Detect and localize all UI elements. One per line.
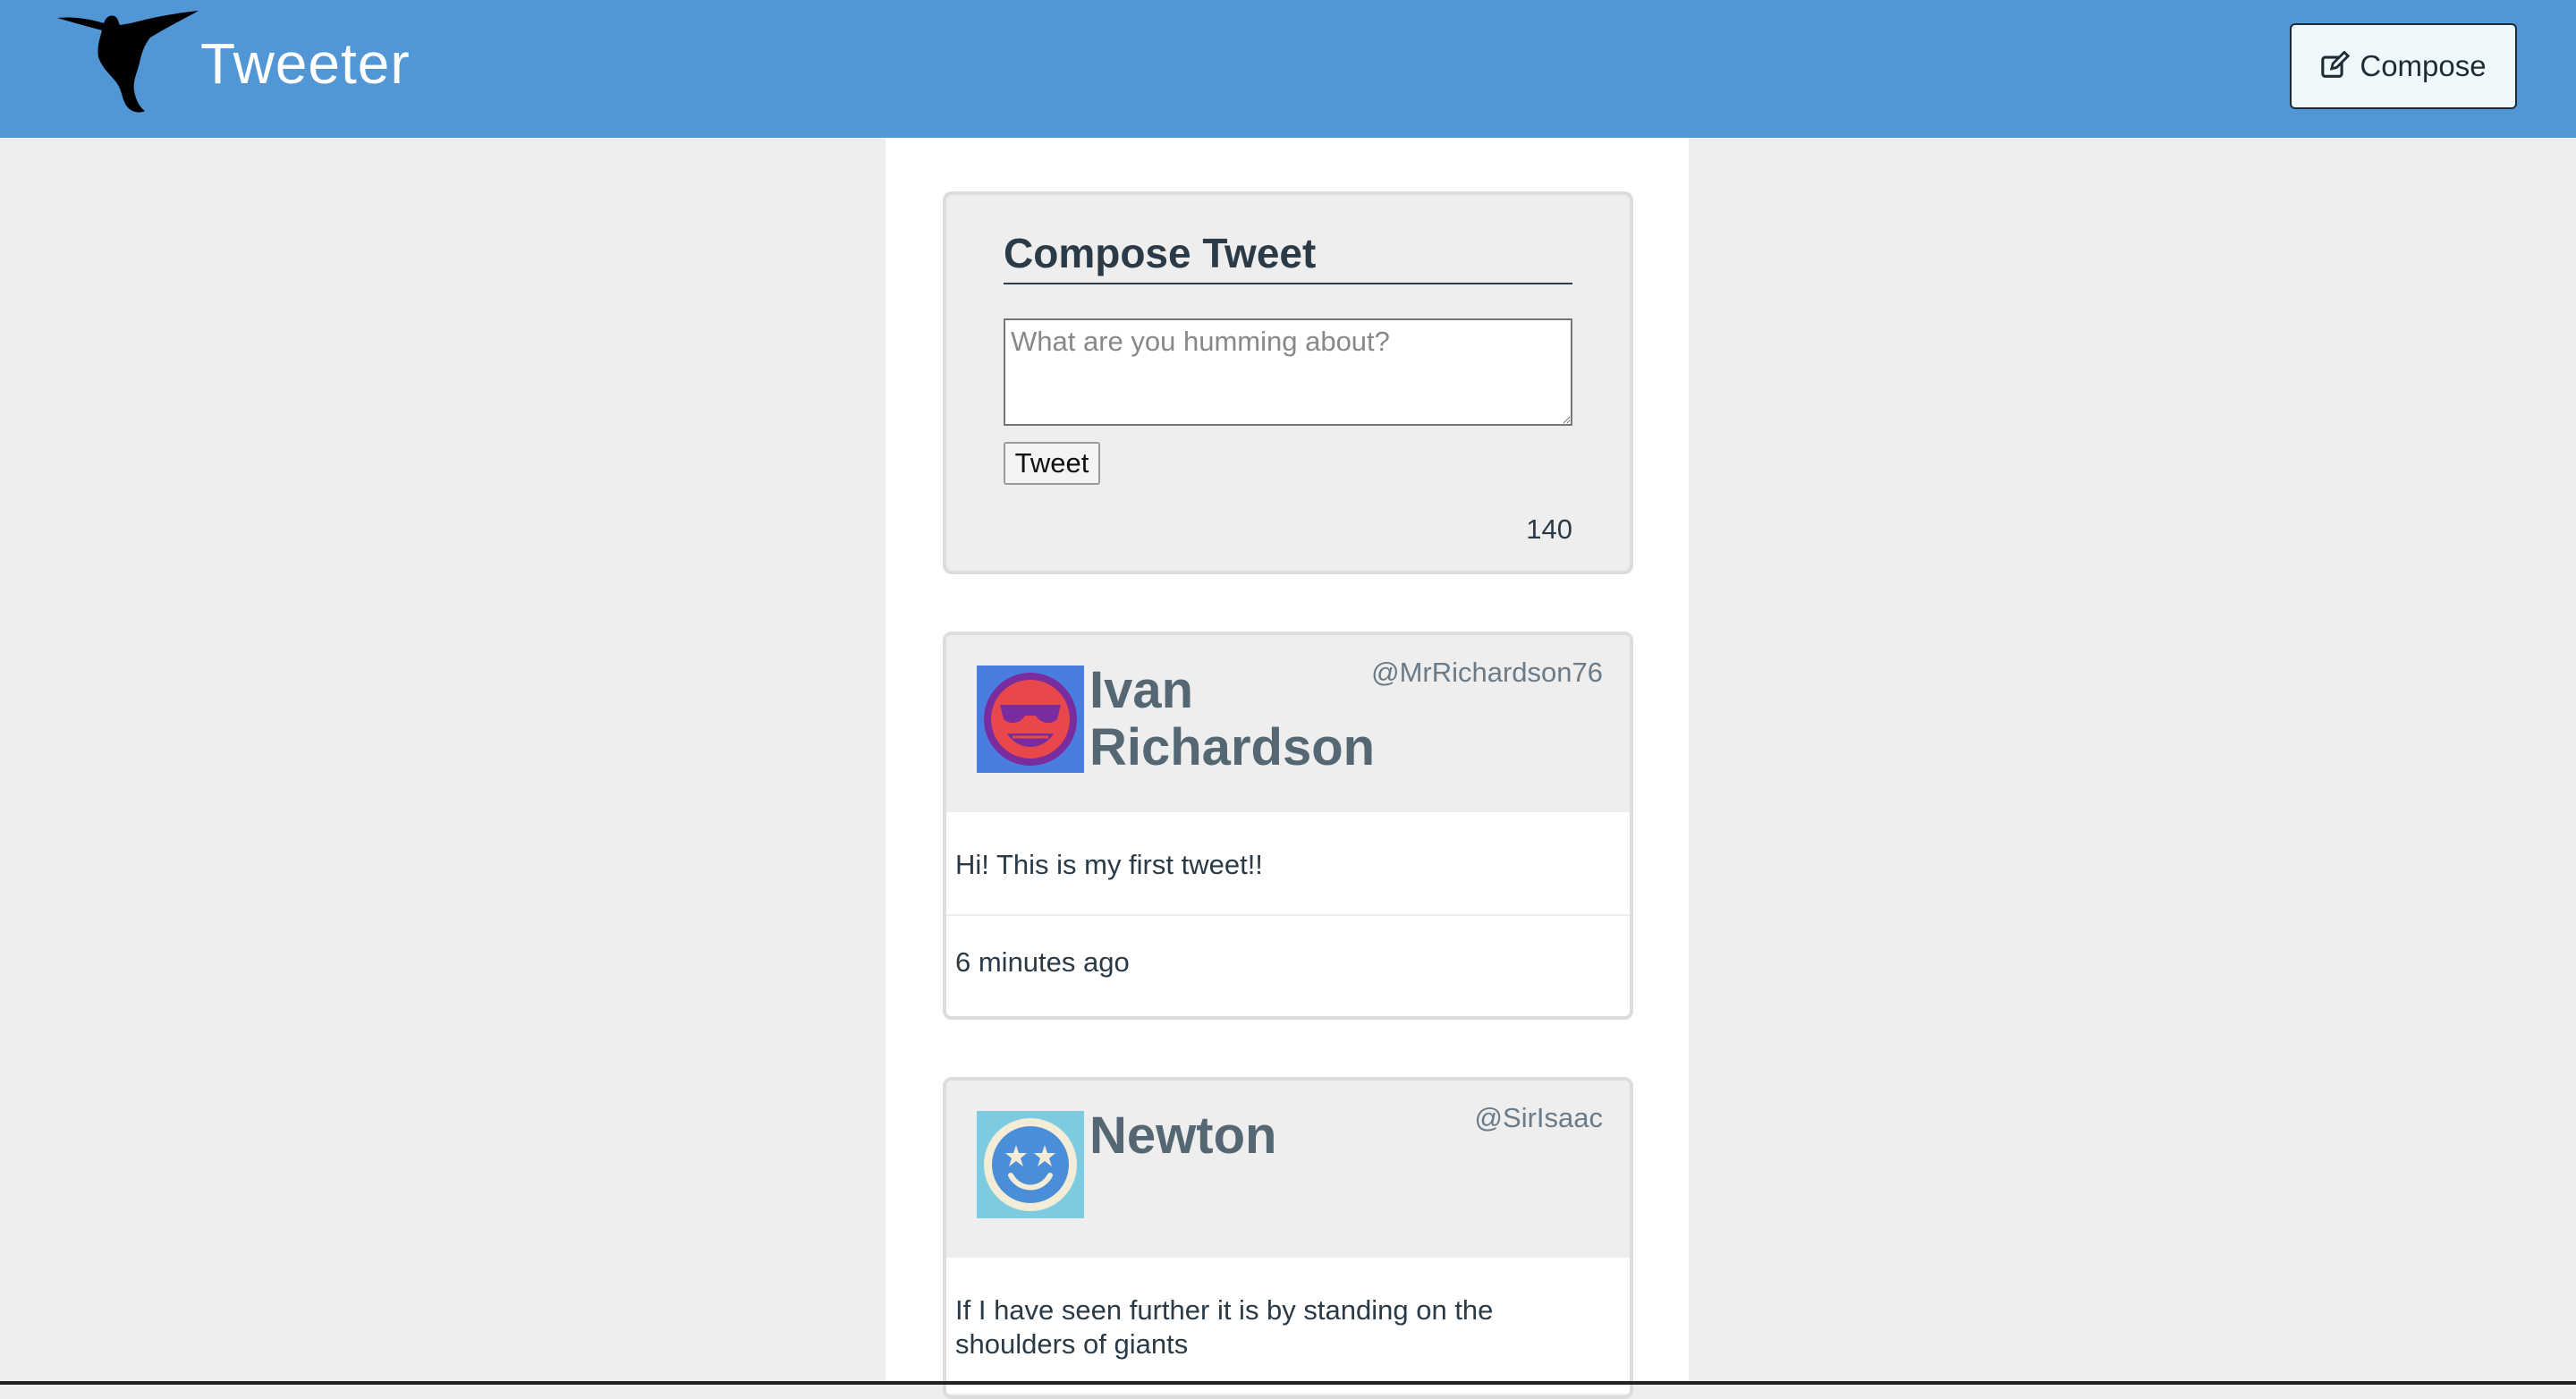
compose-button-label: Compose [2360, 49, 2487, 82]
compose-title: Compose Tweet [1004, 229, 1572, 284]
tweet-card: Ivan Richardson @MrRichardson76 Hi! This… [943, 632, 1633, 1020]
tweet-author-handle[interactable]: @SirIsaac [1475, 1102, 1603, 1134]
compose-button[interactable]: Compose [2290, 23, 2517, 109]
tweet-text: If I have seen further it is by standing… [946, 1258, 1630, 1395]
tweet-header: Ivan Richardson @MrRichardson76 [946, 635, 1630, 812]
tweet-author-name: Newton [1089, 1106, 1277, 1165]
brand-title[interactable]: Tweeter [200, 30, 411, 97]
tweet-author-handle[interactable]: @MrRichardson76 [1371, 657, 1603, 689]
tweet-text: Hi! This is my first tweet!! [946, 812, 1630, 916]
character-counter: 140 [1526, 513, 1572, 545]
tweet-timestamp: 6 minutes ago [955, 946, 1130, 978]
tweet-header: Newton @SirIsaac [946, 1081, 1630, 1258]
edit-icon [2321, 51, 2351, 78]
star-eyes-smiley-avatar-icon [977, 1111, 1084, 1218]
tweet-submit-button[interactable]: Tweet [1004, 442, 1100, 485]
top-navbar: Tweeter Compose [0, 0, 2576, 138]
sunglasses-smiley-avatar-icon [977, 666, 1084, 773]
hummingbird-icon [57, 11, 199, 113]
tweet-textarea[interactable] [1004, 318, 1572, 426]
tweet-card: Newton @SirIsaac If I have seen further … [943, 1077, 1633, 1399]
window-bottom-edge [0, 1381, 2576, 1385]
